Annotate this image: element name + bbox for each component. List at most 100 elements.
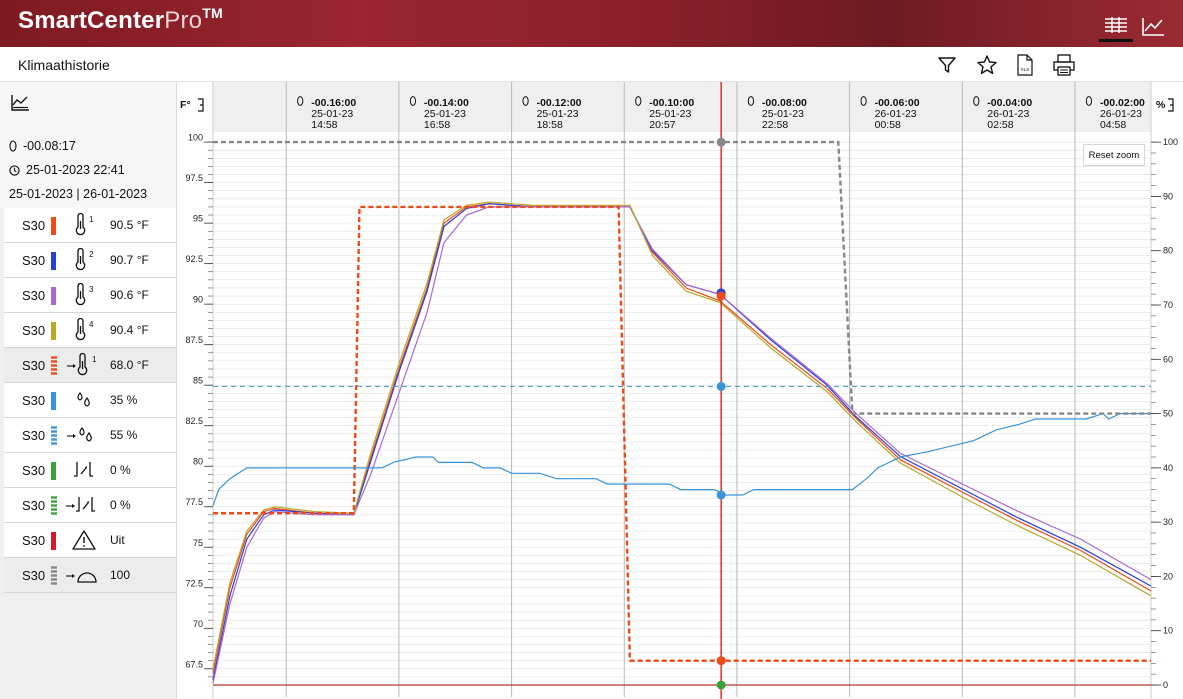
time-clock-label: 04:58 xyxy=(1100,119,1126,131)
brand-main: SmartCenter xyxy=(18,7,165,34)
sensor-name: S30 xyxy=(22,567,46,583)
sensor-index: 2 xyxy=(89,250,94,259)
sensor-color-swatch xyxy=(51,252,56,270)
table-view-button[interactable] xyxy=(1099,12,1133,42)
sensor-name: S30 xyxy=(22,357,46,373)
humidity-icon xyxy=(66,388,102,414)
time-clock-label: 18:58 xyxy=(537,119,563,131)
cursor-marker xyxy=(716,680,726,690)
right-tick-label: 0 xyxy=(1163,680,1168,690)
series-temp4-line xyxy=(212,201,1152,669)
chart-area[interactable]: F°% 100 97.5 95 92.5 90 87.5 85 82.5 80 77.5 75 72.5… xyxy=(178,82,1183,699)
export-xls-button[interactable]: XLS xyxy=(1013,53,1037,77)
right-tick-label: 40 xyxy=(1163,463,1173,473)
sensor-row[interactable]: S30 3 90.6 °F xyxy=(4,278,176,313)
left-tick-label: 95 xyxy=(193,214,203,224)
filter-icon xyxy=(938,57,956,73)
date-range[interactable]: 25-01-2023 | 26-01-2023 xyxy=(9,187,147,201)
sensor-row[interactable]: S30 1 90.5 °F xyxy=(4,208,176,243)
sensor-row[interactable]: S30 0 % xyxy=(4,453,176,488)
hourglass-icon xyxy=(9,140,17,152)
sensor-row[interactable]: S30 1 68.0 °F xyxy=(4,348,176,383)
valve-icon xyxy=(66,458,102,484)
sensor-row[interactable]: S30 55 % xyxy=(4,418,176,453)
sensor-row[interactable]: S30 0 % xyxy=(4,488,176,523)
left-tick-label: 90 xyxy=(193,295,203,305)
thermometer-2-icon: 2 xyxy=(66,247,102,274)
sensor-row[interactable]: S30 100 xyxy=(4,558,176,593)
left-tick-label: 92.5 xyxy=(185,254,203,264)
sensor-value: 100 xyxy=(110,568,131,582)
series-temp1-line xyxy=(212,203,1152,674)
table-view-icon xyxy=(1105,16,1127,33)
sidebar-summary: -00.08:17 25-01-2023 22:41 25-01-2023 | … xyxy=(0,82,176,208)
left-axis-unit-label: F° xyxy=(180,99,191,111)
left-tick-label: 100 xyxy=(188,133,203,143)
brand-logo: SmartCenterProTM xyxy=(18,5,223,35)
chart-view-button[interactable] xyxy=(1136,12,1170,42)
app-header: SmartCenterProTM xyxy=(0,0,1183,47)
sensor-name: S30 xyxy=(22,322,46,338)
reset-zoom-button[interactable]: Reset zoom xyxy=(1083,144,1145,166)
sensor-index: 3 xyxy=(89,285,94,294)
right-tick-label: 100 xyxy=(1163,137,1178,147)
sub-toolbar: Klimaathistorie XLS xyxy=(0,47,1183,82)
gauge-setpoint-icon xyxy=(66,563,102,589)
sensor-name: S30 xyxy=(22,287,46,303)
sensor-name: S30 xyxy=(22,497,46,513)
sensor-name: S30 xyxy=(22,427,46,443)
brand-trademark: TM xyxy=(202,5,223,21)
right-tick-label: 10 xyxy=(1163,626,1173,636)
sensor-value: 90.4 °F xyxy=(110,323,149,337)
sensor-color-swatch xyxy=(51,496,57,515)
sensor-row[interactable]: S30 2 90.7 °F xyxy=(4,243,176,278)
sensor-color-swatch xyxy=(51,392,56,410)
sensor-value: 0 % xyxy=(110,463,131,477)
right-tick-label: 60 xyxy=(1163,354,1173,364)
left-tick-label: 80 xyxy=(193,457,203,467)
sensor-row[interactable]: S30 Uit xyxy=(4,523,176,558)
chart-view-icon xyxy=(1142,18,1164,36)
right-tick-label: 30 xyxy=(1163,517,1173,527)
sensor-index: 1 xyxy=(89,215,94,224)
left-tick-label: 77.5 xyxy=(185,497,203,507)
left-tick-label: 85 xyxy=(193,376,203,386)
cursor-marker xyxy=(716,490,726,500)
climate-chart[interactable]: F° %10097.59592.59087.58582.58077.57572.5… xyxy=(178,82,1183,699)
sensor-value: 68.0 °F xyxy=(110,358,149,372)
sensor-color-swatch xyxy=(51,426,57,445)
thermometer-3-icon: 3 xyxy=(66,282,102,309)
right-tick-label: 50 xyxy=(1163,409,1173,419)
sidebar: -00.08:17 25-01-2023 22:41 25-01-2023 | … xyxy=(0,82,177,699)
sensor-index: 4 xyxy=(89,320,94,329)
thermometer-4-icon: 4 xyxy=(66,317,102,344)
cursor-offset-line: -00.08:17 xyxy=(9,139,76,153)
sensor-name: S30 xyxy=(22,392,46,408)
graph-mode-icon xyxy=(11,95,29,111)
time-clock-label: 02:58 xyxy=(987,119,1013,131)
sensor-name: S30 xyxy=(22,252,46,268)
time-clock-label: 20:57 xyxy=(649,119,675,131)
left-tick-label: 72.5 xyxy=(185,578,203,588)
thermometer-1-icon: 1 xyxy=(66,212,102,239)
right-tick-label: 80 xyxy=(1163,246,1173,256)
time-clock-label: 22:58 xyxy=(762,119,788,131)
cursor-offset: -00.08:17 xyxy=(23,139,76,153)
cursor-datetime-line: 25-01-2023 22:41 xyxy=(9,163,125,177)
graph-mode-button[interactable] xyxy=(10,94,30,117)
left-tick-label: 97.5 xyxy=(185,173,203,183)
left-tick-label: 70 xyxy=(193,619,203,629)
filter-button[interactable] xyxy=(935,53,959,77)
cursor-marker xyxy=(716,381,726,391)
sensor-row[interactable]: S30 4 90.4 °F xyxy=(4,313,176,348)
favorite-button[interactable] xyxy=(975,53,999,77)
cursor-marker xyxy=(716,137,726,147)
print-button[interactable] xyxy=(1052,53,1076,77)
sensor-value: 55 % xyxy=(110,428,138,442)
valve-setpoint-icon xyxy=(66,493,102,519)
sensor-color-swatch xyxy=(51,217,56,235)
sensor-color-swatch xyxy=(51,287,56,305)
sensor-color-swatch xyxy=(51,462,56,480)
sensor-row[interactable]: S30 35 % xyxy=(4,383,176,418)
xls-label: XLS xyxy=(1021,67,1030,72)
